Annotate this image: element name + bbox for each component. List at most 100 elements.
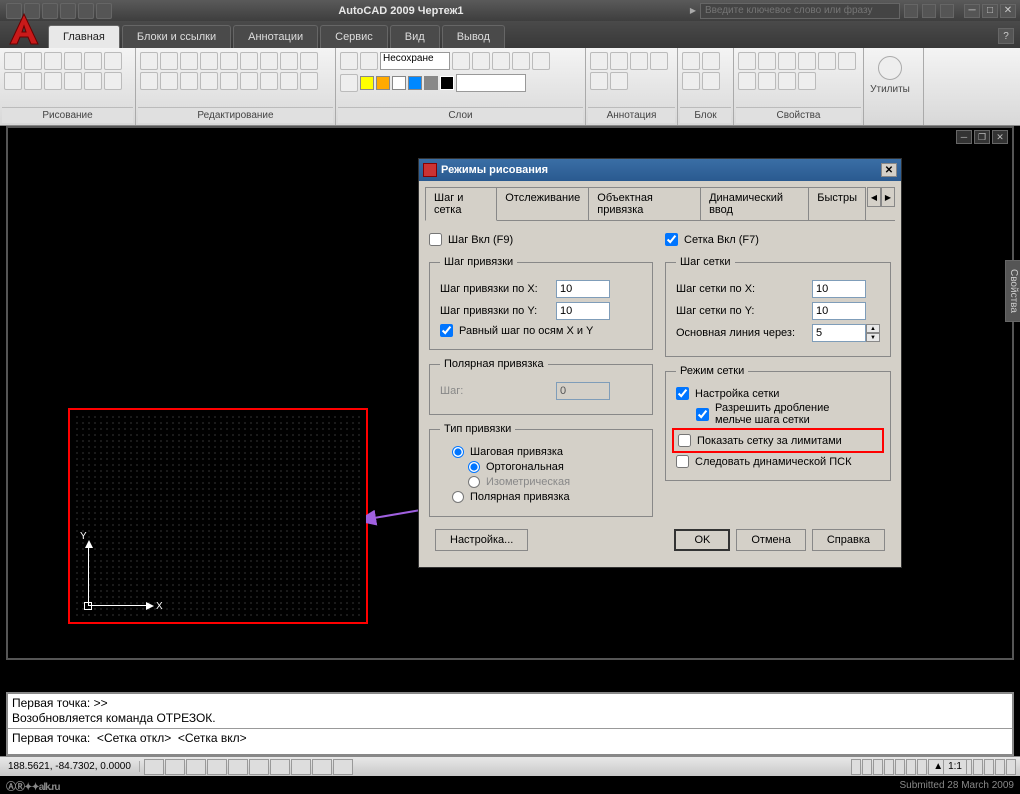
close-icon[interactable]: ✕ (1000, 4, 1016, 18)
copy-icon[interactable] (160, 52, 178, 70)
snap-iso-radio[interactable]: Изометрическая (468, 476, 642, 488)
settings-button[interactable]: Настройка... (435, 529, 528, 551)
layer-iso-icon[interactable] (512, 52, 530, 70)
equal-xy-checkbox[interactable]: Равный шаг по осям X и Y (440, 324, 642, 337)
prop-match-icon[interactable] (738, 52, 756, 70)
extend-icon[interactable] (300, 52, 318, 70)
doc-minimize-icon[interactable]: ─ (956, 130, 972, 144)
help-icon[interactable]: ? (998, 28, 1014, 44)
layer-states-icon[interactable] (360, 52, 378, 70)
sb-swheel-icon[interactable] (906, 759, 916, 775)
layer-dropdown[interactable] (360, 76, 454, 90)
array-icon[interactable] (260, 52, 278, 70)
text-icon[interactable] (590, 52, 608, 70)
ok-button[interactable]: OK (674, 529, 730, 551)
dialog-titlebar[interactable]: Режимы рисования ✕ (419, 159, 901, 181)
layer-state-dropdown[interactable]: Несохране (380, 52, 450, 70)
leader-icon[interactable] (650, 52, 668, 70)
tab-home[interactable]: Главная (48, 25, 120, 48)
layer-lock-icon[interactable] (472, 52, 490, 70)
fillet-icon[interactable] (140, 72, 158, 90)
sb-clean-icon[interactable] (1006, 759, 1016, 775)
maximize-icon[interactable]: □ (982, 4, 998, 18)
sb-dyn-icon[interactable] (291, 759, 311, 775)
sb-ws-icon[interactable] (984, 759, 994, 775)
tab-annotations[interactable]: Аннотации (233, 25, 318, 48)
sb-layout-icon[interactable] (862, 759, 872, 775)
offset-icon[interactable] (240, 52, 258, 70)
polyline-icon[interactable] (24, 52, 42, 70)
point-icon[interactable] (64, 72, 82, 90)
prop-b-icon[interactable] (738, 72, 756, 90)
block-attr-icon[interactable] (702, 72, 720, 90)
snap-type-polar-radio[interactable]: Полярная привязка (452, 491, 642, 503)
sb-zoom-icon[interactable] (895, 759, 905, 775)
tab-tools[interactable]: Сервис (320, 25, 388, 48)
layer-props-icon[interactable] (340, 52, 358, 70)
sb-polar-icon[interactable] (207, 759, 227, 775)
sb-lwt-icon[interactable] (312, 759, 332, 775)
sb-otrack-icon[interactable] (249, 759, 269, 775)
major-line-spinner[interactable]: ▲▼ (812, 324, 880, 342)
snap-type-grid-radio[interactable]: Шаговая привязка (452, 446, 642, 458)
layer-freeze-icon[interactable] (452, 52, 470, 70)
erase-icon[interactable] (200, 72, 218, 90)
polygon-icon[interactable] (104, 52, 122, 70)
snap-x-input[interactable] (556, 280, 610, 298)
prop-e-icon[interactable] (798, 72, 816, 90)
tab-view[interactable]: Вид (390, 25, 440, 48)
prop-lw-icon[interactable] (778, 52, 796, 70)
panel-modify-title[interactable]: Редактирование (138, 107, 333, 123)
search-input[interactable] (700, 3, 900, 19)
coords-display[interactable]: 188.5621, -84.7302, 0.0000 (0, 761, 140, 772)
table2-icon[interactable] (590, 72, 608, 90)
major-line-input[interactable] (812, 324, 866, 342)
explode-icon[interactable] (180, 72, 198, 90)
qat-undo-icon[interactable] (78, 3, 94, 19)
block-insert-icon[interactable] (682, 52, 700, 70)
layer-off-icon[interactable] (492, 52, 510, 70)
stretch-icon[interactable] (260, 72, 278, 90)
prop-list-icon[interactable] (818, 52, 836, 70)
doc-restore-icon[interactable]: ❐ (974, 130, 990, 144)
hatch-icon[interactable] (24, 72, 42, 90)
panel-draw-title[interactable]: Рисование (2, 107, 133, 123)
prop-c-icon[interactable] (758, 72, 776, 90)
command-line[interactable]: Первая точка: >> Возобновляется команда … (6, 692, 1014, 756)
block-create-icon[interactable] (702, 52, 720, 70)
tab-output[interactable]: Вывод (442, 25, 505, 48)
move-icon[interactable] (140, 52, 158, 70)
sb-pan-icon[interactable] (884, 759, 894, 775)
follow-ucs-checkbox[interactable]: Следовать динамической ПСК (676, 455, 880, 468)
dim-icon[interactable] (630, 52, 648, 70)
panel-properties-title[interactable]: Свойства (736, 107, 861, 123)
tab-dyninput[interactable]: Динамический ввод (700, 187, 809, 220)
sb-qv-icon[interactable] (873, 759, 883, 775)
tab-scroll-right-icon[interactable]: ▶ (881, 187, 895, 207)
snap-y-input[interactable] (556, 302, 610, 320)
doc-close-icon[interactable]: ✕ (992, 130, 1008, 144)
rect-icon[interactable] (84, 52, 102, 70)
dialog-close-icon[interactable]: ✕ (881, 163, 897, 177)
snap-on-checkbox[interactable]: Шаг Вкл (F9) (429, 233, 653, 246)
subdivide-checkbox[interactable]: Разрешить дроблениемельче шага сетки (696, 402, 880, 426)
ellipse-icon[interactable] (4, 72, 22, 90)
grid-y-input[interactable] (812, 302, 866, 320)
panel-block-title[interactable]: Блок (680, 107, 731, 123)
cancel-button[interactable]: Отмена (736, 529, 805, 551)
circle-icon[interactable] (44, 52, 62, 70)
sb-snap-icon[interactable] (144, 759, 164, 775)
layer-name-dropdown[interactable] (456, 74, 526, 92)
grid-x-input[interactable] (812, 280, 866, 298)
join-icon[interactable] (240, 72, 258, 90)
prop-d-icon[interactable] (778, 72, 796, 90)
line-icon[interactable] (4, 52, 22, 70)
utilities-button[interactable]: Утилиты (866, 50, 914, 95)
panel-layers-title[interactable]: Слои (338, 107, 583, 123)
region-icon[interactable] (84, 72, 102, 90)
tab-scroll-left-icon[interactable]: ◀ (867, 187, 881, 207)
prop-lt-icon[interactable] (798, 52, 816, 70)
break-icon[interactable] (220, 72, 238, 90)
layer-match-icon[interactable] (532, 52, 550, 70)
field-icon[interactable] (610, 72, 628, 90)
